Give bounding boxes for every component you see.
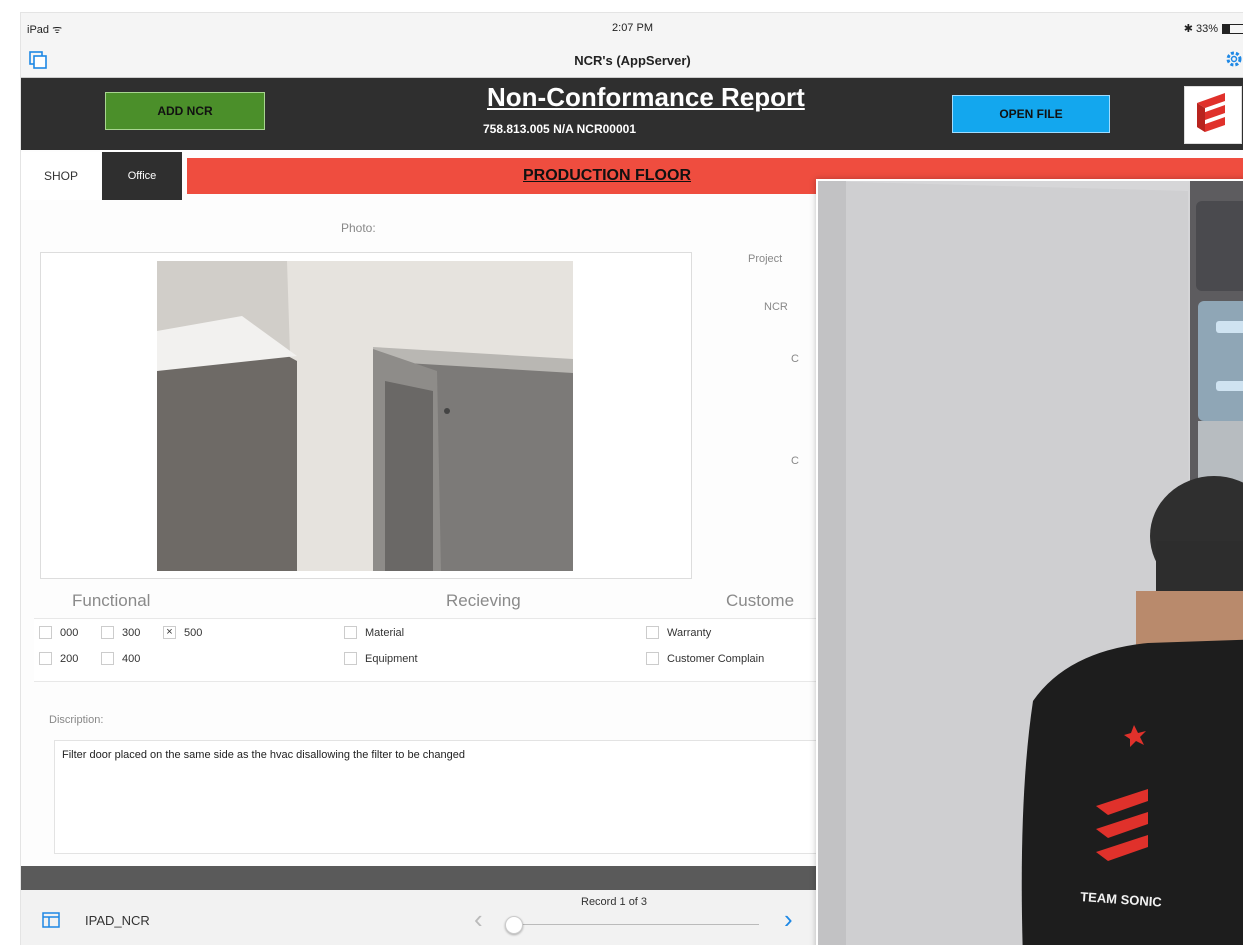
record-slider-knob[interactable] [505, 916, 523, 934]
checkbox-box [646, 652, 659, 665]
functional-title: Functional [72, 591, 151, 610]
table-icon[interactable] [42, 912, 60, 928]
checkbox-equipment[interactable]: Equipment [344, 652, 418, 665]
customer-title: Custome [726, 591, 795, 610]
checkbox-000[interactable]: 000 [39, 626, 78, 639]
description-label: Discription: [49, 714, 104, 726]
previous-record-icon[interactable]: ‹ [474, 904, 483, 935]
tab-office[interactable]: Office [102, 152, 182, 200]
battery-label: ✱ 33% [1183, 23, 1218, 35]
overlay-photo: TEAM SONIC [816, 179, 1243, 945]
ncr-label: NCR [764, 301, 788, 313]
photo-label: Photo: [341, 221, 376, 235]
checkbox-warranty[interactable]: Warranty [646, 626, 711, 639]
navigation-bar: NCR's (AppServer) [21, 43, 1243, 78]
checkbox-material[interactable]: Material [344, 626, 404, 639]
ncr-photo [157, 261, 573, 571]
checkbox-box [39, 652, 52, 665]
checkbox-box [101, 626, 114, 639]
ipad-screen: iPad ᯤ 2:07 PM ✱ 33% NCR's (AppServer) A… [20, 12, 1243, 945]
status-time: 2:07 PM [612, 22, 653, 34]
checkbox-500[interactable]: × 500 [163, 626, 202, 639]
field-label-c1: C [791, 353, 799, 365]
record-slider-track[interactable] [519, 924, 759, 925]
open-file-button[interactable]: OPEN FILE [952, 95, 1110, 133]
next-record-icon[interactable]: › [784, 904, 793, 935]
checkbox-box [646, 626, 659, 639]
checkbox-300[interactable]: 300 [101, 626, 140, 639]
checkbox-customer-complaint[interactable]: Customer Complain [646, 652, 764, 665]
checkbox-400[interactable]: 400 [101, 652, 140, 665]
photo-field[interactable] [40, 252, 692, 579]
company-logo [1184, 86, 1242, 144]
checkbox-200[interactable]: 200 [39, 652, 78, 665]
receiving-title: Recieving [446, 591, 521, 610]
table-name[interactable]: IPAD_NCR [85, 913, 150, 928]
report-subtitle: 758.813.005 N/A NCR00001 [483, 122, 636, 136]
nav-title: NCR's (AppServer) [574, 53, 691, 68]
checkbox-box [344, 652, 357, 665]
checkbox-box-checked: × [163, 626, 176, 639]
status-bar: iPad ᯤ 2:07 PM ✱ 33% [21, 13, 1243, 43]
chevron-logo-icon [1197, 93, 1225, 132]
record-counter: Record 1 of 3 [581, 896, 648, 908]
battery-status: ✱ 33% [1184, 22, 1243, 35]
tab-shop[interactable]: SHOP [21, 152, 101, 200]
report-header: ADD NCR Non-Conformance Report 758.813.0… [21, 78, 1243, 150]
checkbox-box [344, 626, 357, 639]
checkbox-box [39, 626, 52, 639]
description-text: Filter door placed on the same side as t… [62, 749, 465, 761]
checkbox-box [101, 652, 114, 665]
report-title: Non-Conformance Report [487, 82, 805, 112]
add-ncr-button[interactable]: ADD NCR [105, 92, 265, 130]
project-label: Project [748, 253, 783, 265]
battery-icon [1222, 23, 1243, 34]
field-label-c2: C [791, 455, 799, 467]
gear-icon[interactable] [1224, 49, 1243, 69]
